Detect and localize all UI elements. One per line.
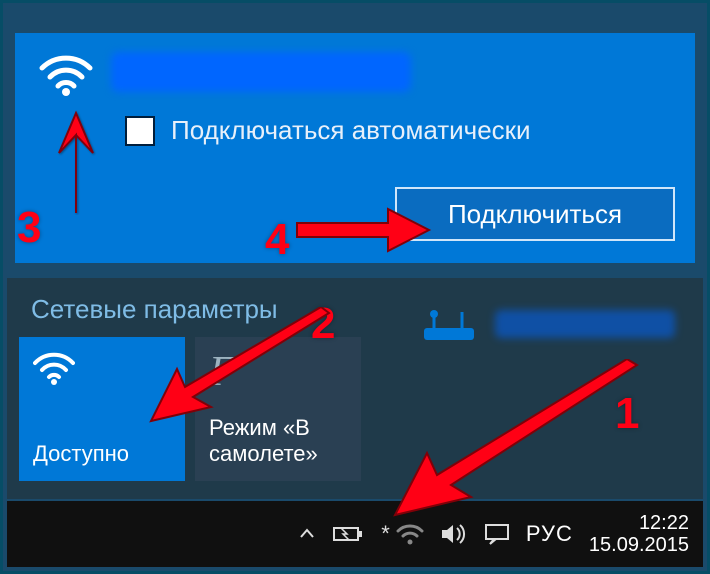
language-indicator[interactable]: РУС: [526, 521, 573, 547]
wifi-icon: [33, 351, 171, 390]
router-name-redacted: [495, 310, 675, 338]
action-center-icon[interactable]: [484, 522, 510, 546]
wifi-network-row[interactable]: [15, 33, 695, 101]
network-settings-panel: Сетевые параметры Доступно: [7, 278, 703, 499]
airplane-mode-tile[interactable]: F Режим «В самолете»: [195, 337, 361, 481]
wifi-icon: [39, 48, 93, 96]
network-flyout-selected: Подключаться автоматически Подключиться: [15, 33, 695, 263]
airplane-tile-label: Режим «В самолете»: [209, 415, 347, 467]
network-tray-icon[interactable]: [396, 522, 424, 546]
router-icon: [422, 306, 478, 342]
volume-icon[interactable]: [440, 522, 468, 546]
wifi-tile[interactable]: Доступно: [19, 337, 185, 481]
auto-connect-label: Подключаться автоматически: [171, 115, 531, 146]
airplane-icon: F: [209, 351, 347, 393]
clock[interactable]: 12:22 15.09.2015: [589, 512, 689, 556]
wifi-new-indicator-icon: *: [381, 521, 390, 547]
taskbar: * РУС 12:22 15.09.2015: [7, 501, 703, 567]
auto-connect-row[interactable]: Подключаться автоматически: [15, 101, 695, 146]
connect-button[interactable]: Подключиться: [395, 187, 675, 241]
auto-connect-checkbox[interactable]: [125, 116, 155, 146]
clock-time: 12:22: [589, 512, 689, 534]
wifi-ssid-redacted: [111, 52, 411, 92]
tray-overflow-icon[interactable]: [297, 524, 317, 544]
clock-date: 15.09.2015: [589, 534, 689, 556]
wifi-tile-label: Доступно: [33, 441, 171, 467]
quick-tiles: Доступно F Режим «В самолете»: [7, 337, 703, 481]
battery-icon[interactable]: [333, 524, 365, 544]
